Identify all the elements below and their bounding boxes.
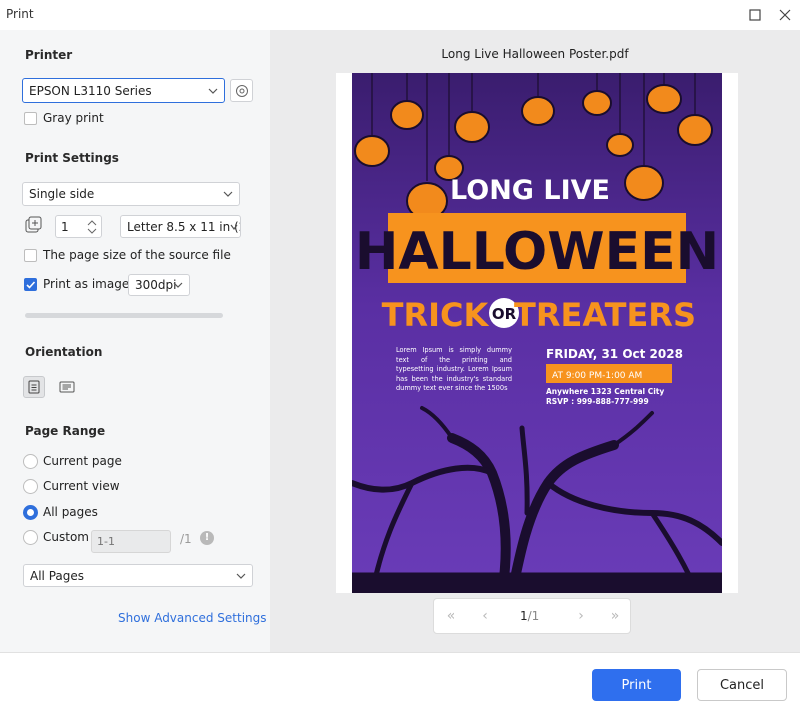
scroll-indicator[interactable] xyxy=(25,313,223,318)
radio-current-page[interactable] xyxy=(23,454,38,469)
poster-rsvp: RSVP : 999-888-777-999 xyxy=(546,397,649,406)
settings-panel: Printer EPSON L3110 Series Gray print Pr… xyxy=(0,30,270,652)
paper-size-select[interactable]: Letter 8.5 x 11 in (21 xyxy=(120,215,241,238)
copies-icon xyxy=(25,216,43,237)
radio-current-view-label: Current view xyxy=(43,479,120,493)
info-icon[interactable]: ! xyxy=(200,531,214,545)
radio-all-pages-label: All pages xyxy=(43,505,98,519)
next-page-button[interactable]: › xyxy=(572,607,590,625)
chevron-down-icon[interactable] xyxy=(87,228,97,235)
landscape-orientation-button[interactable] xyxy=(56,376,78,398)
chevron-down-icon xyxy=(223,191,233,197)
source-page-size-checkbox[interactable] xyxy=(24,249,37,262)
portrait-orientation-button[interactable] xyxy=(23,376,45,398)
poster-line2: HALLOWEEN xyxy=(355,222,719,282)
printer-properties-button[interactable] xyxy=(230,79,253,102)
sides-select[interactable]: Single side xyxy=(22,182,240,206)
poster-image: LONG LIVE HALLOWEEN TRICK OR TREATERS FR… xyxy=(352,73,722,593)
poster-treaters: TREATERS xyxy=(514,296,696,334)
radio-current-page-label: Current page xyxy=(43,454,122,468)
previous-page-button[interactable]: ‹ xyxy=(476,607,494,625)
poster-body-text: Lorem Ipsum is simply dummy text of the … xyxy=(396,346,512,393)
radio-custom[interactable] xyxy=(23,530,38,545)
page-subset-value: All Pages xyxy=(30,568,84,583)
poster-line1: LONG LIVE xyxy=(450,175,610,206)
window-title: Print xyxy=(6,7,34,21)
custom-range-total: /1 xyxy=(180,532,192,546)
poster-date: FRIDAY, 31 Oct 2028 xyxy=(546,347,683,361)
poster-time: AT 9:00 PM-1:00 AM xyxy=(552,371,642,381)
page-range-section-title: Page Range xyxy=(25,424,106,438)
sides-select-value: Single side xyxy=(29,187,95,201)
landscape-icon xyxy=(59,381,75,393)
printer-select[interactable]: EPSON L3110 Series xyxy=(22,78,225,103)
print-as-image-checkbox[interactable] xyxy=(24,278,37,291)
close-icon xyxy=(779,9,791,21)
first-page-button[interactable]: « xyxy=(442,607,460,625)
printer-section-title: Printer xyxy=(25,48,73,62)
last-page-button[interactable]: » xyxy=(606,607,624,625)
cancel-button[interactable]: Cancel xyxy=(697,669,787,701)
chevron-down-icon xyxy=(230,224,238,230)
orientation-section-title: Orientation xyxy=(25,345,103,359)
preview-page: LONG LIVE HALLOWEEN TRICK OR TREATERS FR… xyxy=(336,73,738,593)
printer-select-value: EPSON L3110 Series xyxy=(29,83,152,98)
poster-address: Anywhere 1323 Central City xyxy=(546,387,664,396)
print-settings-section-title: Print Settings xyxy=(25,151,119,165)
chevron-down-icon xyxy=(173,282,183,288)
radio-current-view[interactable] xyxy=(23,479,38,494)
dpi-select[interactable]: 300dpi xyxy=(128,274,190,296)
copies-stepper[interactable]: 1 xyxy=(55,215,102,238)
total-pages: /1 xyxy=(527,609,540,623)
chevron-up-icon[interactable] xyxy=(87,219,97,226)
print-as-image-label: Print as image xyxy=(43,277,130,291)
maximize-button[interactable] xyxy=(745,5,765,25)
poster-or: OR xyxy=(492,305,517,323)
preview-filename: Long Live Halloween Poster.pdf xyxy=(441,47,629,61)
show-advanced-settings-link[interactable]: Show Advanced Settings xyxy=(118,611,267,625)
portrait-icon xyxy=(28,380,40,394)
radio-all-pages[interactable] xyxy=(23,505,38,520)
page-indicator: 1/1 xyxy=(520,609,539,623)
page-subset-select[interactable]: All Pages xyxy=(23,564,253,587)
current-page-number[interactable]: 1 xyxy=(520,609,528,623)
copies-value: 1 xyxy=(61,220,69,234)
source-page-size-label: The page size of the source file xyxy=(43,248,231,262)
gray-print-checkbox[interactable] xyxy=(24,112,37,125)
maximize-icon xyxy=(749,9,761,21)
dpi-value: 300dpi xyxy=(135,278,177,292)
gray-print-label: Gray print xyxy=(43,111,104,125)
radio-custom-label: Custom xyxy=(43,530,89,544)
settings-icon xyxy=(235,84,248,97)
chevron-down-icon xyxy=(208,88,218,94)
print-button[interactable]: Print xyxy=(592,669,681,701)
dialog-footer: Print Cancel xyxy=(0,652,800,717)
checkmark-icon xyxy=(26,281,36,289)
page-navigator: « ‹ 1/1 › » xyxy=(433,598,631,634)
title-bar: Print xyxy=(0,0,800,30)
close-button[interactable] xyxy=(775,5,795,25)
poster-trick: TRICK xyxy=(382,296,490,334)
custom-range-input[interactable] xyxy=(91,530,171,553)
chevron-down-icon xyxy=(236,573,246,579)
paper-size-value: Letter 8.5 x 11 in (21 xyxy=(127,219,240,234)
